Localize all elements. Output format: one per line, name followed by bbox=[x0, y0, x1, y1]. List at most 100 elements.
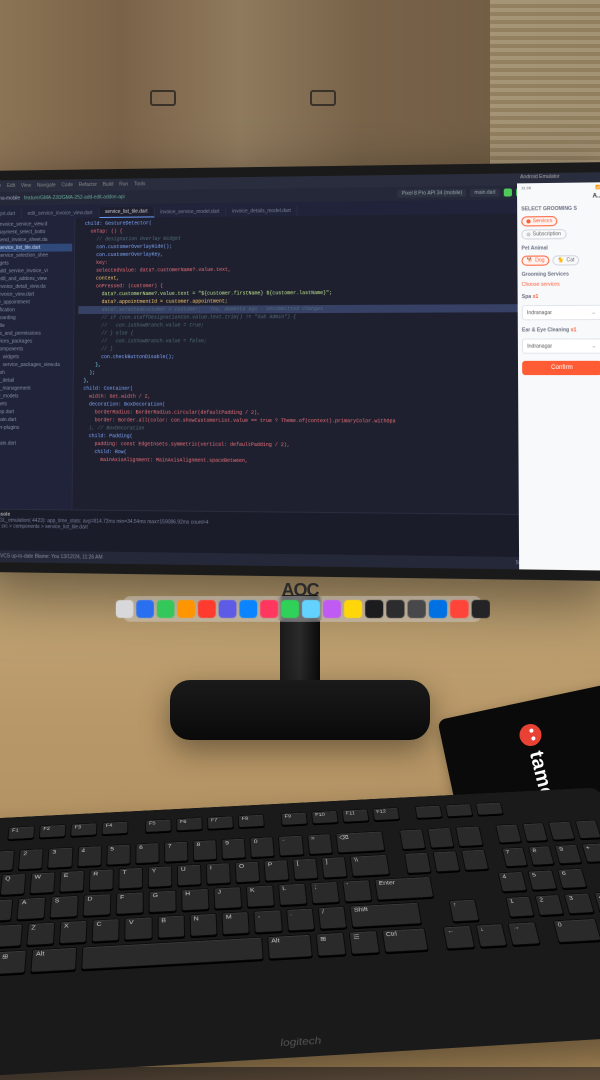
key-,[interactable]: , bbox=[254, 910, 283, 934]
key-f7[interactable]: F7 bbox=[207, 816, 234, 830]
subscription-chip[interactable]: Subscription bbox=[521, 229, 566, 239]
key-f9[interactable]: F9 bbox=[281, 812, 308, 826]
tree-item[interactable]: splash bbox=[0, 369, 71, 377]
confirm-button[interactable]: Confirm bbox=[522, 361, 600, 375]
key-w[interactable]: W bbox=[29, 872, 55, 894]
key-k[interactable]: K bbox=[246, 885, 275, 908]
key-t[interactable]: T bbox=[118, 867, 143, 889]
key-blank[interactable] bbox=[475, 802, 504, 815]
key-→[interactable]: → bbox=[507, 922, 540, 946]
menu-item[interactable]: Edit bbox=[7, 183, 15, 189]
dock-app-icon[interactable] bbox=[197, 600, 215, 618]
key-v[interactable]: V bbox=[125, 917, 153, 941]
key-q[interactable]: Q bbox=[0, 873, 26, 895]
key-c[interactable]: C bbox=[92, 918, 120, 942]
key-4[interactable]: 4 bbox=[498, 871, 528, 892]
dog-chip[interactable]: 🐕Dog bbox=[522, 255, 550, 265]
key-n[interactable]: N bbox=[189, 913, 217, 937]
tree-item[interactable]: components bbox=[0, 345, 71, 353]
key-8[interactable]: 8 bbox=[193, 839, 218, 860]
key-f3[interactable]: F3 bbox=[70, 823, 97, 837]
key-f2[interactable]: F2 bbox=[39, 824, 66, 838]
key-7[interactable]: 7 bbox=[501, 847, 528, 867]
services-chip[interactable]: Services bbox=[521, 216, 557, 226]
menu-item[interactable]: Code bbox=[61, 182, 73, 188]
key-shift[interactable]: Shift bbox=[0, 924, 23, 950]
key-x[interactable]: X bbox=[59, 920, 88, 944]
dock-app-icon[interactable] bbox=[471, 600, 489, 618]
key-2[interactable]: 2 bbox=[534, 894, 564, 915]
key-↓[interactable]: ↓ bbox=[475, 923, 508, 947]
key-5[interactable]: 5 bbox=[106, 844, 131, 865]
dock-app-icon[interactable] bbox=[344, 600, 362, 618]
key-shift[interactable]: Shift bbox=[349, 902, 421, 928]
key-f6[interactable]: F6 bbox=[176, 817, 203, 831]
key-blank[interactable] bbox=[461, 849, 489, 871]
key--[interactable]: - bbox=[278, 835, 304, 856]
key-0[interactable]: 0 bbox=[553, 918, 600, 943]
dock-app-icon[interactable] bbox=[428, 600, 446, 618]
key-j[interactable]: J bbox=[214, 886, 243, 909]
key-l[interactable]: L bbox=[278, 883, 307, 906]
dock-app-icon[interactable] bbox=[450, 600, 468, 618]
key-z[interactable]: Z bbox=[26, 922, 55, 946]
key-4[interactable]: 4 bbox=[77, 845, 102, 866]
key-f4[interactable]: F4 bbox=[102, 821, 129, 835]
menu-item[interactable]: Run bbox=[119, 182, 128, 188]
key-blank[interactable] bbox=[548, 821, 575, 840]
key-☰[interactable]: ☰ bbox=[348, 930, 379, 954]
menu-item[interactable]: File bbox=[0, 183, 1, 189]
branch-name[interactable]: feature/GMA-230/GMA-252-add-edit-addon-a… bbox=[24, 194, 125, 201]
key-h[interactable]: H bbox=[181, 888, 209, 911]
key-⊞[interactable]: ⊞ bbox=[0, 950, 27, 975]
key-;[interactable]: ; bbox=[310, 881, 340, 904]
key-3[interactable]: 3 bbox=[47, 847, 73, 869]
dock-app-icon[interactable] bbox=[260, 600, 278, 618]
dock-app-icon[interactable] bbox=[386, 600, 404, 618]
key-←[interactable]: ← bbox=[443, 925, 475, 949]
key-f10[interactable]: F10 bbox=[311, 810, 338, 824]
key-2[interactable]: 2 bbox=[18, 848, 44, 870]
key-f12[interactable]: F12 bbox=[372, 807, 400, 821]
key-b[interactable]: B bbox=[157, 915, 185, 939]
key-9[interactable]: 9 bbox=[554, 844, 581, 864]
spa-card[interactable]: Indranagar⌄ bbox=[522, 305, 600, 321]
tree-item[interactable]: service_packages_view.da bbox=[0, 361, 71, 369]
macos-dock[interactable] bbox=[123, 596, 482, 622]
dock-app-icon[interactable] bbox=[218, 600, 236, 618]
choose-services-link[interactable]: Choose services bbox=[518, 279, 600, 290]
key-alt[interactable]: Alt bbox=[267, 934, 313, 959]
key-f[interactable]: F bbox=[116, 892, 144, 915]
key-f1[interactable]: F1 bbox=[7, 826, 35, 840]
dock-app-icon[interactable] bbox=[156, 600, 174, 618]
key-1[interactable]: 1 bbox=[505, 896, 535, 917]
tree-item[interactable]: main.dart bbox=[0, 416, 70, 424]
key-1[interactable]: 1 bbox=[0, 850, 15, 872]
key-f11[interactable]: F11 bbox=[342, 809, 370, 823]
key-blank[interactable] bbox=[399, 829, 426, 850]
key-f8[interactable]: F8 bbox=[238, 814, 265, 828]
key-3[interactable]: 3 bbox=[564, 893, 594, 914]
key-8[interactable]: 8 bbox=[528, 846, 555, 866]
tree-item[interactable]: staff_detail bbox=[0, 377, 71, 385]
key-0[interactable]: 0 bbox=[250, 837, 275, 858]
key-\\[interactable]: \\ bbox=[350, 854, 390, 876]
tree-item[interactable]: profile bbox=[0, 322, 71, 330]
key-blank[interactable] bbox=[427, 827, 454, 848]
key-6[interactable]: 6 bbox=[135, 842, 159, 863]
ear-card[interactable]: Indranagar⌄ bbox=[522, 338, 600, 353]
dock-app-icon[interactable] bbox=[239, 600, 257, 618]
menu-item[interactable]: Navigate bbox=[37, 183, 56, 189]
key-+[interactable]: + bbox=[581, 843, 600, 863]
tree-item[interactable]: roles_and_permissions bbox=[0, 330, 71, 338]
key-a[interactable]: A bbox=[16, 897, 46, 920]
keyboard[interactable]: EscF1F2F3F4F5F6F7F8F9F10F11F12 `12345678… bbox=[0, 787, 600, 1080]
dock-app-icon[interactable] bbox=[115, 600, 133, 618]
key-r[interactable]: R bbox=[89, 869, 114, 891]
key-blank[interactable] bbox=[415, 805, 443, 819]
key-caps[interactable]: Caps bbox=[0, 899, 13, 924]
key-9[interactable]: 9 bbox=[221, 838, 246, 859]
key-i[interactable]: I bbox=[206, 862, 231, 884]
dock-app-icon[interactable] bbox=[136, 600, 154, 618]
key-⌫[interactable]: ⌫ bbox=[335, 831, 386, 853]
